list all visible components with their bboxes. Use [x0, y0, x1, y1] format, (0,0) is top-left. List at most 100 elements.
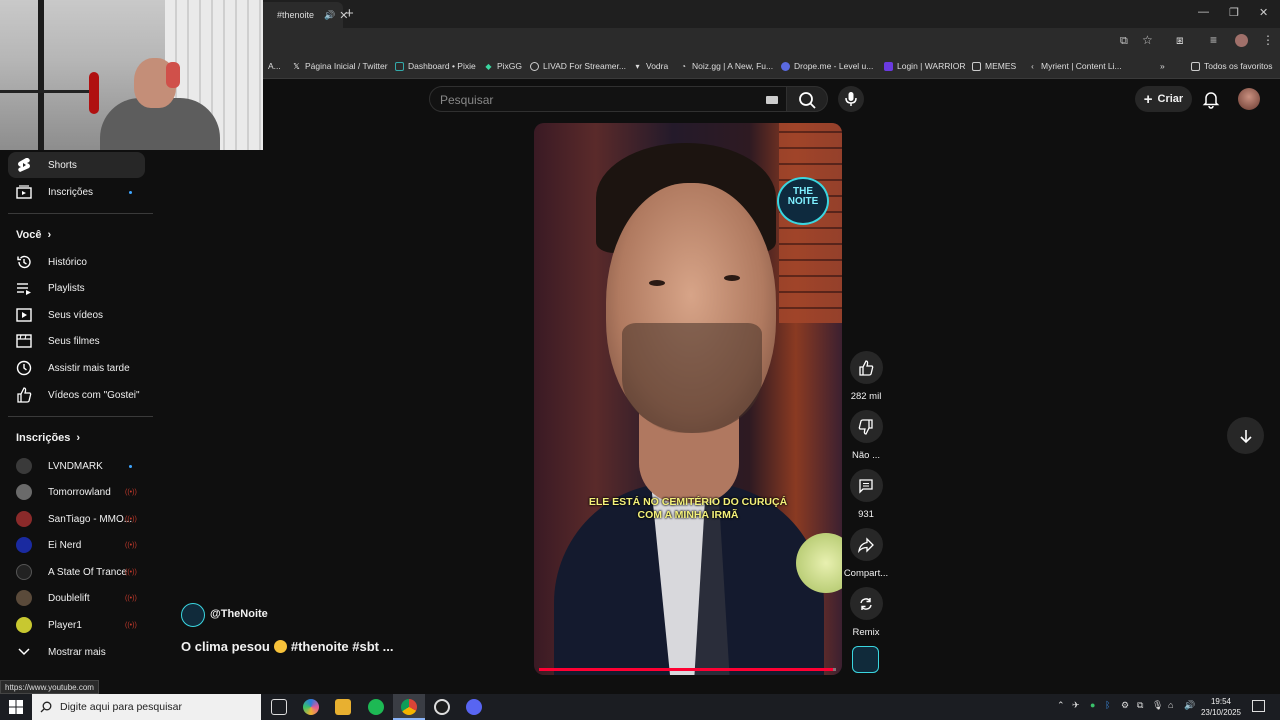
chrome-icon[interactable] — [401, 699, 417, 715]
shorts-video-player[interactable]: THE NOITE ELE ESTÁ NO CEMITÉRIO DO CURUÇ… — [534, 123, 842, 675]
sidebar-channel-a-state-of-trance[interactable]: A State Of Trance ((•)) — [8, 559, 145, 585]
sidebar-channel-lvndmark[interactable]: LVNDMARK — [8, 453, 145, 479]
bookmark-item[interactable]: ▾ Vodra — [633, 61, 668, 71]
network-icon[interactable]: ⌂ — [1168, 700, 1173, 710]
notification-center-icon[interactable] — [1252, 700, 1265, 712]
bookmark-star-icon[interactable]: ☆ — [1142, 33, 1153, 47]
profile-icon[interactable] — [1235, 34, 1248, 47]
video-progress-fill — [539, 668, 834, 671]
vodra-icon: ▾ — [635, 61, 640, 71]
remix-action[interactable]: Remix — [849, 587, 883, 638]
bookmark-item[interactable]: Drope.me - Level u... — [781, 61, 873, 71]
share-action[interactable]: Compart... — [844, 528, 888, 579]
windows-logo-icon — [9, 700, 23, 714]
sidebar-item-playlists[interactable]: Playlists — [8, 275, 145, 301]
channel-avatar[interactable] — [181, 603, 205, 627]
new-tab-button[interactable]: + — [345, 5, 354, 22]
sidebar-item-history[interactable]: Histórico — [8, 249, 145, 275]
sidebar-channel-doublelift[interactable]: Doublelift ((•)) — [8, 585, 145, 611]
remix-button[interactable] — [849, 587, 883, 620]
sidebar-item-your-videos[interactable]: Seus vídeos — [8, 302, 145, 328]
media-control-icon[interactable]: ≡ — [1210, 33, 1217, 47]
tab-audio-icon[interactable]: 🔊 — [324, 10, 335, 21]
sidebar-show-more[interactable]: Mostrar mais — [8, 639, 145, 665]
tray-app-icon[interactable]: ⚙ — [1121, 700, 1129, 711]
browser-tab-active[interactable]: #thenoite 🔊 ✕ — [255, 2, 348, 28]
bookmark-item[interactable]: Login | WARRIOR — [884, 61, 966, 71]
sidebar-item-your-movies[interactable]: Seus filmes — [8, 328, 145, 354]
sidebar-channel-player1[interactable]: Player1 ((•)) — [8, 612, 145, 638]
voice-search-button[interactable] — [838, 86, 864, 112]
dislike-button[interactable] — [849, 410, 883, 443]
sidebar-channel-tomorrowland[interactable]: Tomorrowland ((•)) — [8, 479, 145, 505]
sidebar-item-watch-later[interactable]: Assistir mais tarde — [8, 355, 145, 381]
search-button[interactable] — [786, 86, 828, 112]
share-button[interactable] — [849, 528, 883, 561]
pixgg-icon: ◆ — [485, 61, 492, 71]
bookmark-item[interactable]: 𝕏 Página Inicial / Twitter — [292, 61, 387, 71]
bookmark-item[interactable]: ‹ Myrient | Content Li... — [1028, 61, 1121, 71]
tray-app-icon[interactable]: ✈ — [1072, 700, 1080, 711]
tray-app-icon[interactable]: ⧉ — [1137, 700, 1143, 711]
divider — [8, 416, 153, 417]
create-button[interactable]: + Criar — [1135, 86, 1192, 112]
sidebar-item-subscriptions[interactable]: Inscrições — [8, 179, 145, 205]
taskbar-clock[interactable]: 19:54 23/10/2025 — [1196, 696, 1246, 718]
task-view-icon[interactable] — [271, 699, 287, 715]
extensions-icon[interactable]: ⧆ — [1176, 33, 1184, 48]
video-progress-bar[interactable] — [539, 668, 836, 671]
tray-app-icon[interactable]: ● — [1090, 700, 1095, 710]
channel-name[interactable]: @TheNoite — [210, 608, 268, 620]
thumbs-down-icon — [858, 418, 873, 435]
comments-count: 931 — [858, 509, 874, 520]
like-action[interactable]: 282 mil — [849, 351, 883, 402]
next-video-button[interactable] — [1227, 417, 1264, 454]
sidebar-you-heading[interactable]: Você › — [16, 229, 51, 241]
tray-overflow-icon[interactable]: ⌃ — [1057, 700, 1065, 711]
sidebar-channel-ei-nerd[interactable]: Ei Nerd ((•)) — [8, 532, 145, 558]
discord-icon[interactable] — [466, 699, 482, 715]
channel-avatar — [16, 511, 32, 527]
dislike-action[interactable]: Não ... — [849, 410, 883, 461]
like-button[interactable] — [849, 351, 883, 384]
sound-source-thumbnail[interactable] — [852, 646, 879, 673]
bookmark-item[interactable]: ◔ Noiz.gg | A New, Fu... — [679, 61, 773, 71]
comments-action[interactable]: 931 — [849, 469, 883, 520]
account-avatar[interactable] — [1238, 88, 1260, 110]
sidebar-item-shorts[interactable]: Shorts — [8, 152, 145, 178]
comments-button[interactable] — [849, 469, 883, 502]
sidebar-subscriptions-heading[interactable]: Inscrições › — [16, 432, 80, 444]
obs-icon[interactable] — [434, 699, 450, 715]
bookmark-item[interactable]: LIVAD For Streamer... — [530, 61, 626, 71]
notifications-button[interactable] — [1200, 88, 1222, 110]
shorts-icon — [16, 157, 32, 173]
bookmarks-overflow-icon[interactable]: » — [1160, 61, 1165, 71]
install-app-icon[interactable]: ⧉ — [1120, 35, 1128, 48]
keyboard-icon[interactable] — [766, 96, 778, 104]
microphone-icon[interactable]: 🎙 — [1152, 700, 1163, 711]
file-explorer-icon[interactable] — [335, 699, 351, 715]
sidebar-channel-santiago[interactable]: SanTiago - MMO... ((•)) — [8, 506, 145, 532]
browser-menu-icon[interactable]: ⋮ — [1262, 33, 1274, 47]
folder-icon — [1191, 61, 1200, 71]
bookmark-item[interactable]: Dashboard • Pixie — [395, 61, 476, 71]
copilot-icon[interactable] — [303, 699, 319, 715]
restore-button[interactable]: ❐ — [1229, 6, 1239, 19]
drope-icon — [781, 61, 790, 71]
window-close-button[interactable]: ✕ — [1259, 6, 1268, 19]
search-input[interactable]: Pesquisar — [429, 86, 787, 112]
bookmark-item[interactable]: ◆ PixGG — [484, 61, 522, 71]
minimize-button[interactable]: — — [1198, 6, 1209, 18]
bookmark-item[interactable]: MEMES — [972, 61, 1016, 71]
bookmark-item[interactable]: Todos os favoritos — [1191, 61, 1273, 71]
sidebar-item-liked-videos[interactable]: Vídeos com "Gostei" — [8, 382, 145, 408]
channel-avatar — [16, 590, 32, 606]
bookmark-item[interactable]: A... — [268, 61, 281, 71]
new-content-dot — [129, 190, 132, 194]
taskbar-search-input[interactable]: Digite aqui para pesquisar — [32, 694, 261, 720]
bluetooth-icon[interactable]: ᛒ — [1105, 700, 1110, 710]
volume-icon[interactable]: 🔊 — [1184, 700, 1195, 711]
video-title[interactable]: O clima pesou #thenoite #sbt ... — [181, 639, 393, 654]
spotify-icon[interactable] — [368, 699, 384, 715]
windows-start-button[interactable] — [9, 700, 23, 719]
